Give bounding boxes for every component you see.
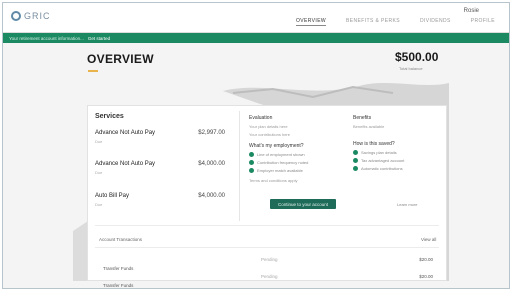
- evaluation-line: Your plan details here: [249, 124, 288, 129]
- check-text: Employer match available: [257, 168, 303, 173]
- service-row[interactable]: Advance Not Auto Pay $4,000.00 Due: [95, 161, 225, 175]
- nav-profile[interactable]: Profile: [471, 18, 495, 26]
- account-menu[interactable]: Rosie: [464, 8, 479, 14]
- check-icon: [249, 160, 254, 165]
- savings-title: How is this saved?: [353, 141, 395, 147]
- service-price: $4,000.00: [198, 193, 225, 199]
- employment-title: What's my employment?: [249, 143, 304, 149]
- check-text: Savings plan details: [361, 150, 397, 155]
- nav-benefits[interactable]: Benefits & Perks: [346, 18, 400, 26]
- check-icon: [249, 168, 254, 173]
- check-item: Contribution frequency noted: [249, 160, 339, 165]
- terms-note[interactable]: Terms and conditions apply: [249, 178, 339, 183]
- transactions-heading: Account Transactions: [99, 237, 143, 242]
- transaction-status: Pending: [261, 257, 278, 262]
- banner-text: Your retirement account information...: [9, 35, 84, 41]
- top-bar: GRIC Rosie Overview Benefits & Perks Div…: [3, 3, 509, 33]
- check-item: Employer match available: [249, 168, 339, 173]
- check-text: Tax advantaged account: [361, 158, 405, 163]
- service-status: Due: [95, 170, 103, 175]
- column-divider: [239, 111, 240, 221]
- check-icon: [353, 166, 358, 171]
- title-underline: [88, 70, 98, 72]
- check-icon: [353, 158, 358, 163]
- section-divider: [95, 247, 439, 248]
- check-icon: [353, 150, 358, 155]
- section-divider: [95, 225, 439, 226]
- page-title: OVERVIEW: [87, 52, 154, 66]
- evaluation-panel: Evaluation Your plan details here Your c…: [249, 115, 339, 183]
- main-nav: Overview Benefits & Perks Dividends Prof…: [295, 18, 495, 26]
- learn-more-link[interactable]: Learn more: [397, 202, 417, 207]
- service-price: $2,997.00: [198, 130, 225, 136]
- logo-icon: [11, 11, 21, 21]
- continue-button[interactable]: Continue to your account: [270, 199, 336, 209]
- logo[interactable]: GRIC: [11, 11, 51, 21]
- transaction-amount: $20.00: [419, 274, 433, 279]
- banner-link[interactable]: Get started: [88, 36, 110, 41]
- service-status: Due: [95, 139, 103, 144]
- evaluation-line: Your contributions here: [249, 132, 290, 137]
- transaction-amount: $20.00: [419, 257, 433, 262]
- service-status: Due: [95, 202, 103, 207]
- check-item: Automatic contributions: [353, 166, 443, 171]
- service-price: $4,000.00: [198, 161, 225, 167]
- logo-text: GRIC: [24, 11, 51, 21]
- evaluation-title: Evaluation: [249, 115, 273, 121]
- check-item: Savings plan details: [353, 150, 443, 155]
- service-row[interactable]: Auto Bill Pay $4,000.00 Due: [95, 193, 225, 207]
- check-item: Line of employment shown: [249, 152, 339, 157]
- services-heading: Services: [95, 113, 124, 120]
- nav-dividends[interactable]: Dividends: [420, 18, 451, 26]
- balance-label: Total balance: [399, 66, 423, 71]
- nav-overview[interactable]: Overview: [295, 18, 327, 26]
- benefits-panel: Benefits Benefits available How is this …: [353, 115, 443, 171]
- benefits-line: Benefits available: [353, 124, 385, 129]
- transaction-status: Pending: [261, 274, 278, 279]
- check-text: Automatic contributions: [361, 166, 403, 171]
- service-row[interactable]: Advance Not Auto Pay $2,997.00 Due: [95, 130, 225, 144]
- balance-amount: $500.00: [395, 50, 439, 64]
- app-window: GRIC Rosie Overview Benefits & Perks Div…: [2, 2, 510, 289]
- benefits-title: Benefits: [353, 115, 372, 121]
- transaction-name: Transfer Funds: [103, 266, 134, 271]
- check-text: Contribution frequency noted: [257, 160, 309, 165]
- transaction-name: Transfer Funds: [103, 283, 134, 288]
- view-all-link[interactable]: View all: [421, 237, 436, 242]
- table-row[interactable]: Transfer Funds Pending $20.00: [103, 257, 433, 275]
- notice-banner: Your retirement account information... G…: [3, 33, 509, 43]
- check-text: Line of employment shown: [257, 152, 305, 157]
- check-item: Tax advantaged account: [353, 158, 443, 163]
- check-icon: [249, 152, 254, 157]
- table-row[interactable]: Transfer Funds Pending $20.00: [103, 274, 433, 288]
